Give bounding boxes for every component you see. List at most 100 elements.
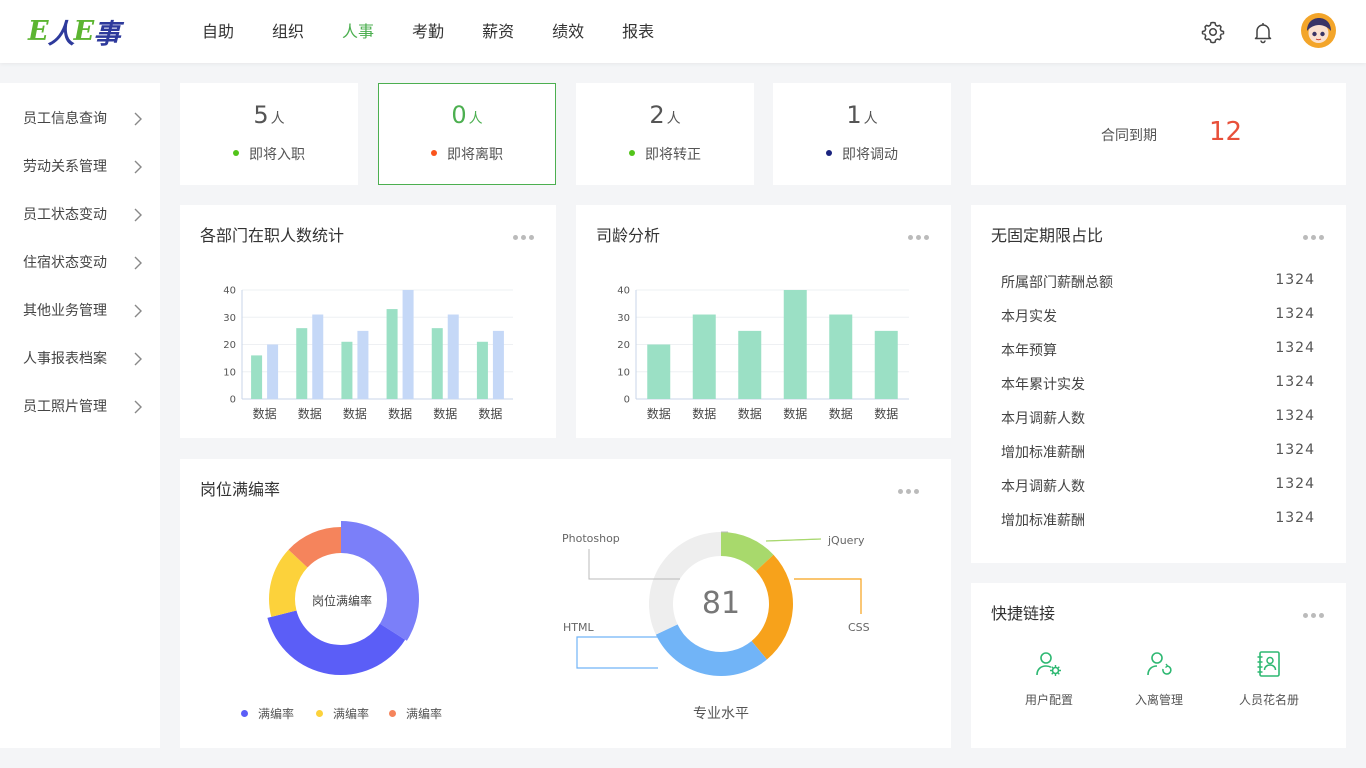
- x-tick-label: 数据: [783, 406, 807, 421]
- nav-item-attendance[interactable]: 考勤: [396, 0, 460, 63]
- stat-label: 即将调动: [842, 147, 898, 163]
- sidebar-item-label: 住宿状态变动: [23, 255, 107, 271]
- stat-label-wrap: 即将转正: [576, 144, 754, 164]
- item-value: 1324: [1275, 442, 1315, 458]
- skill-label-jquery: jQuery: [828, 534, 865, 547]
- more-options-icon[interactable]: [1303, 603, 1327, 618]
- legend-dot: [241, 710, 248, 717]
- nav-item-payroll[interactable]: 薪资: [466, 0, 530, 63]
- legend-label: 满编率: [333, 707, 370, 721]
- nav-item-organization[interactable]: 组织: [256, 0, 320, 63]
- roster-book-icon: [1257, 651, 1280, 677]
- nav-item-performance[interactable]: 绩效: [536, 0, 600, 63]
- sidebar-item-employee-info[interactable]: 员工信息查询: [0, 95, 160, 143]
- donut-center-label: 岗位满编率: [311, 594, 372, 608]
- sidebar-item-status-change[interactable]: 员工状态变动: [0, 191, 160, 239]
- stat-card-resigning[interactable]: 0人 即将离职: [378, 83, 556, 185]
- quick-link-user-config[interactable]: 用户配置: [999, 649, 1099, 708]
- skills-caption: 专业水平: [693, 706, 749, 722]
- status-dot: [826, 150, 832, 156]
- nav-item-personnel[interactable]: 人事: [326, 0, 390, 63]
- bar: [692, 314, 716, 399]
- bar: [874, 330, 898, 399]
- item-label: 增加标准薪酬: [1001, 513, 1085, 529]
- chevron-right-icon: [134, 304, 142, 318]
- app-logo[interactable]: E 人 E 事: [28, 14, 120, 50]
- list-item: 本年累计实发 1324: [1001, 374, 1315, 394]
- legend-item: 满编率: [389, 705, 442, 722]
- sidebar-item-employee-photos[interactable]: 员工照片管理: [0, 383, 160, 431]
- stat-unit: 人: [468, 111, 483, 127]
- sidebar-item-other-business[interactable]: 其他业务管理: [0, 287, 160, 335]
- sidebar-item-label: 人事报表档案: [23, 351, 107, 367]
- fill-rate-card: 岗位满编率 岗位满编率 满编率 满编率 满编率 81 专业水平 Photosho…: [180, 459, 951, 748]
- bar: [829, 314, 853, 399]
- pie-slice: [655, 624, 767, 676]
- chevron-right-icon: [134, 208, 142, 222]
- quick-links-card: 快捷链接 用户配置 入离管理 人员花名册: [971, 583, 1346, 748]
- bar: [402, 290, 414, 399]
- item-label: 本月调薪人数: [1001, 479, 1085, 495]
- item-value: 1324: [1275, 510, 1315, 526]
- user-config-icon: [1036, 652, 1061, 676]
- y-tick-label: 30: [617, 313, 630, 324]
- skill-label-photoshop: Photoshop: [562, 532, 620, 545]
- legend-dot: [389, 710, 396, 717]
- y-tick-label: 10: [617, 367, 630, 378]
- x-tick-label: 数据: [253, 406, 277, 421]
- stat-unit: 人: [666, 111, 681, 127]
- tenure-analysis-card: 司龄分析 0 10 20 30 40 数据 数据 数据 数据 数据 数据: [576, 205, 951, 438]
- stat-card-transfer[interactable]: 1人 即将调动: [773, 83, 951, 185]
- legend-item: 满编率: [316, 705, 369, 722]
- more-options-icon[interactable]: [1303, 225, 1327, 240]
- status-dot: [629, 150, 635, 156]
- card-title: 快捷链接: [991, 604, 1056, 623]
- main-nav: 自助 组织 人事 考勤 薪资 绩效 报表: [186, 0, 676, 63]
- dept-headcount-card: 各部门在职人数统计 0 10 20 30 40 数据 数据 数据 数据 数据 数据: [180, 205, 556, 438]
- stat-label-wrap: 即将离职: [379, 144, 555, 164]
- stat-label-wrap: 即将入职: [180, 144, 358, 164]
- sidebar-item-housing-change[interactable]: 住宿状态变动: [0, 239, 160, 287]
- tenure-analysis-chart: 0 10 20 30 40 数据 数据 数据 数据 数据 数据: [617, 286, 909, 421]
- nav-item-self-service[interactable]: 自助: [186, 0, 250, 63]
- bar: [386, 309, 398, 399]
- contract-expiry-card[interactable]: 合同到期 12: [971, 83, 1346, 185]
- x-tick-label: 数据: [647, 406, 671, 421]
- y-tick-label: 20: [223, 340, 236, 351]
- chevron-right-icon: [134, 256, 142, 270]
- stat-label-wrap: 即将调动: [773, 144, 951, 164]
- y-tick-label: 0: [624, 395, 630, 406]
- chevron-right-icon: [134, 400, 142, 414]
- sidebar-item-hr-reports[interactable]: 人事报表档案: [0, 335, 160, 383]
- stat-card-regularization[interactable]: 2人 即将转正: [576, 83, 754, 185]
- x-tick-label: 数据: [478, 406, 502, 421]
- quick-link-roster[interactable]: 人员花名册: [1219, 649, 1319, 708]
- leader-line: [794, 578, 862, 614]
- notification-bell-icon[interactable]: [1251, 20, 1275, 44]
- card-title: 无固定期限占比: [991, 226, 1104, 245]
- list-item: 增加标准薪酬 1324: [1001, 442, 1315, 462]
- sidebar-item-labor-relations[interactable]: 劳动关系管理: [0, 143, 160, 191]
- quick-link-label: 用户配置: [1024, 693, 1073, 707]
- item-value: 1324: [1275, 272, 1315, 288]
- nav-item-reports[interactable]: 报表: [606, 0, 670, 63]
- settings-gear-icon[interactable]: [1201, 20, 1225, 44]
- sidebar-item-label: 员工照片管理: [23, 399, 107, 415]
- user-avatar[interactable]: [1301, 13, 1336, 48]
- fill-rate-donut-chart: [267, 521, 862, 676]
- item-label: 本年累计实发: [1001, 377, 1085, 393]
- x-tick-label: 数据: [829, 406, 853, 421]
- chevron-right-icon: [134, 160, 142, 174]
- contract-expiry-label: 合同到期: [1101, 128, 1157, 144]
- legend-dot: [316, 710, 323, 717]
- bar: [312, 314, 324, 399]
- x-tick-label: 数据: [343, 406, 367, 421]
- stat-value-wrap: 1人: [773, 101, 951, 129]
- quick-link-entry-exit[interactable]: 入离管理: [1109, 649, 1209, 708]
- bar: [447, 314, 459, 399]
- list-item: 本年预算 1324: [1001, 340, 1315, 360]
- y-tick-label: 40: [223, 286, 236, 297]
- stat-card-onboarding[interactable]: 5人 即将入职: [180, 83, 358, 185]
- chevron-right-icon: [134, 112, 142, 126]
- skill-label-css: CSS: [848, 621, 870, 634]
